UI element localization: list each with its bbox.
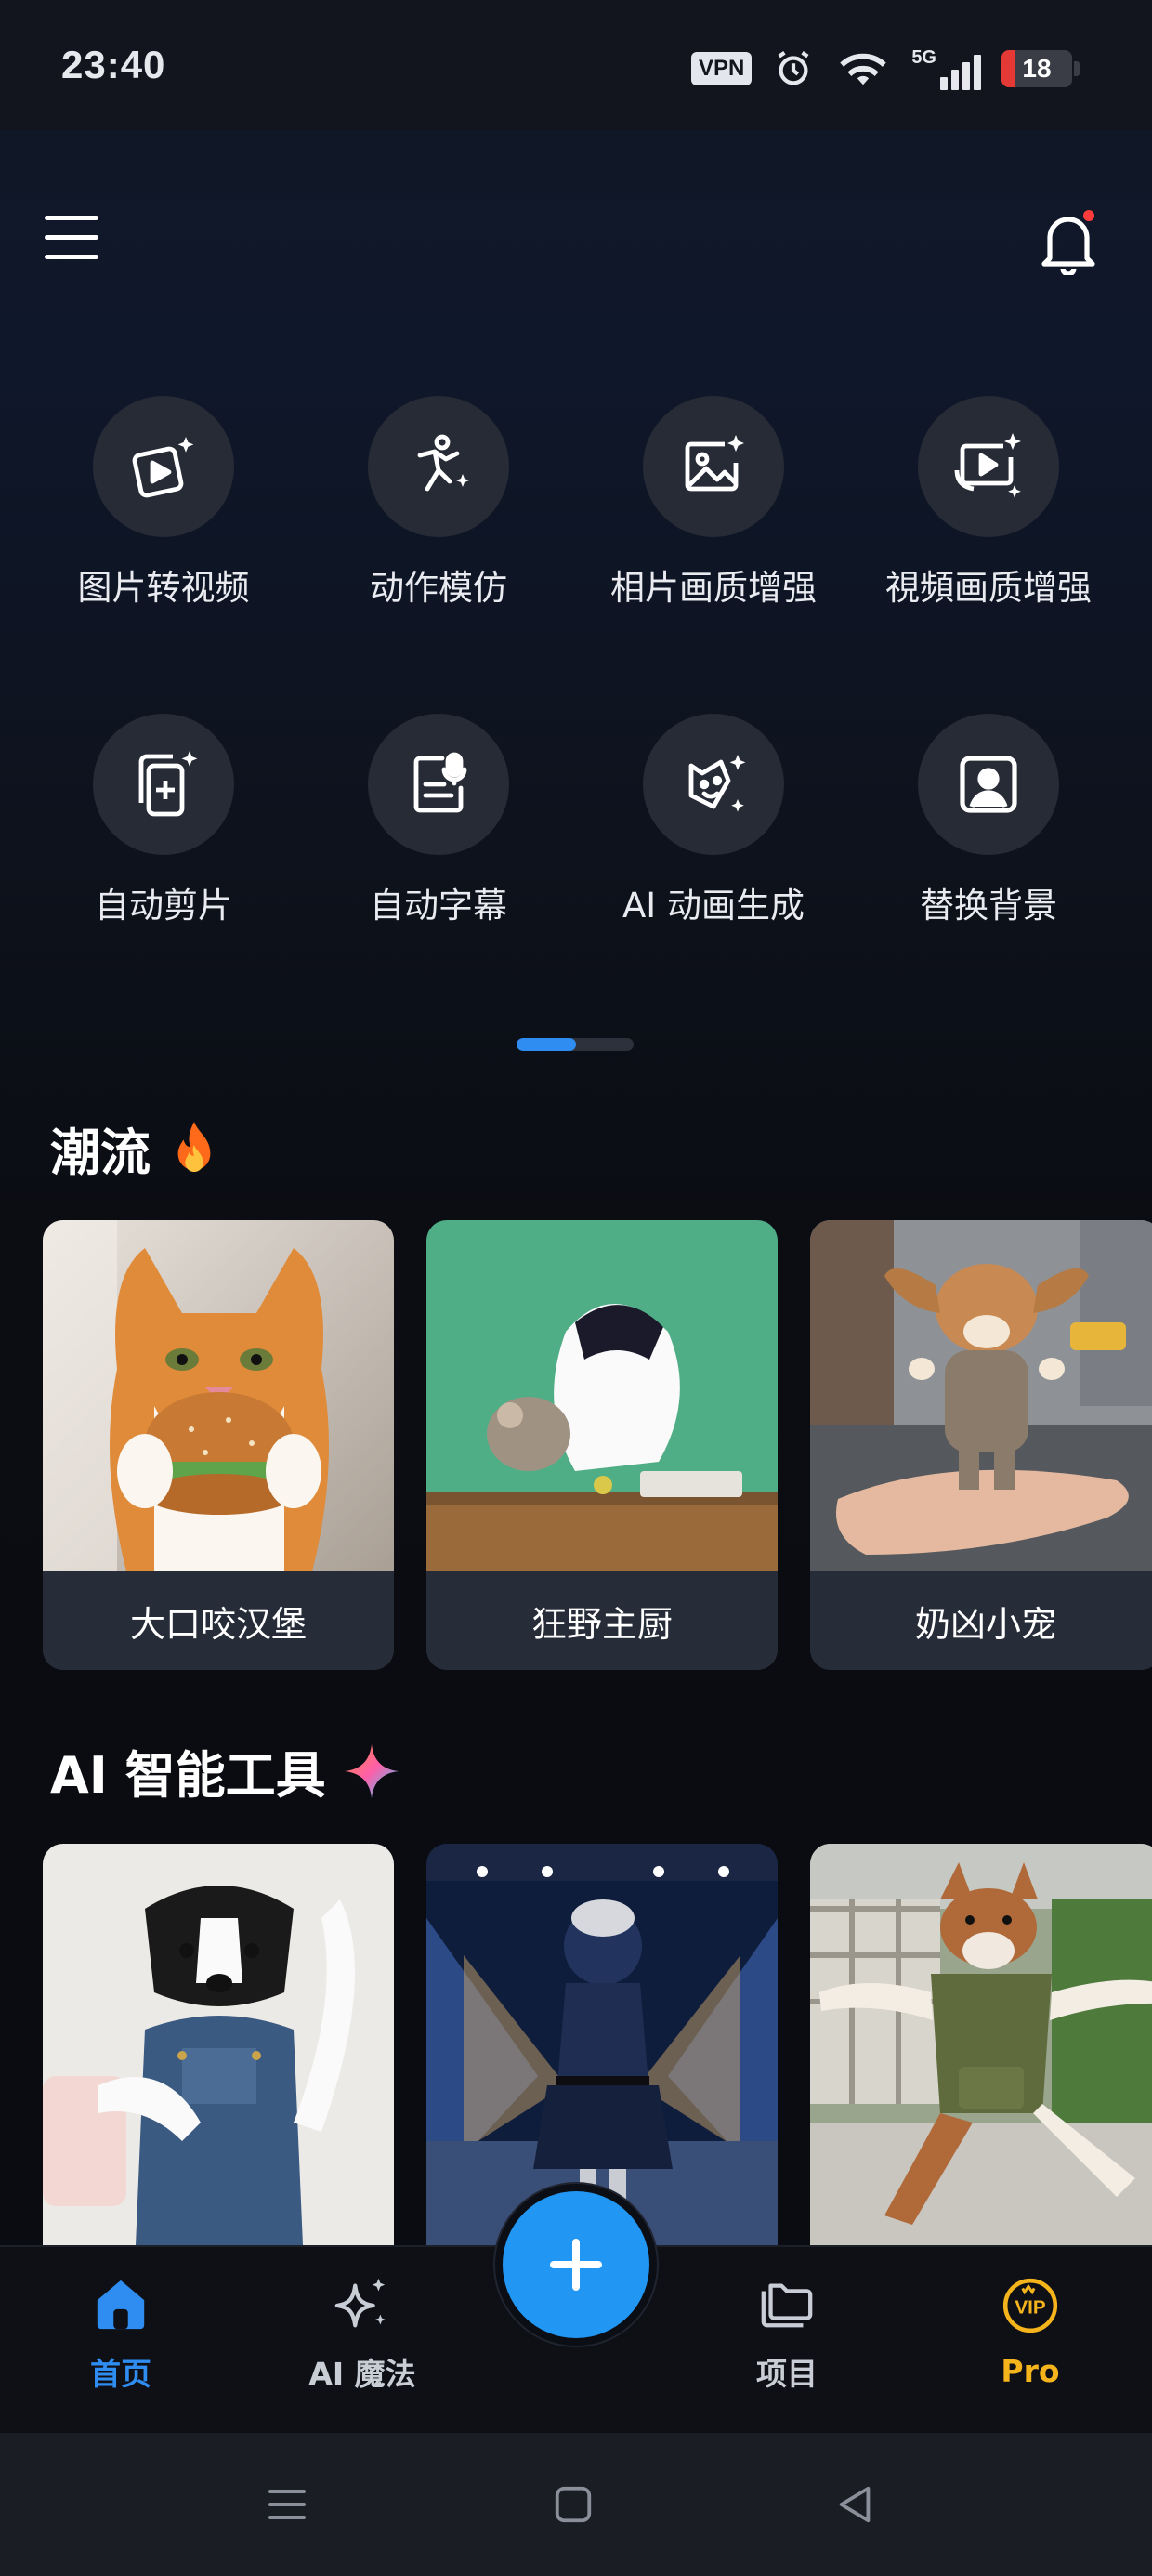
tool-label: 图片转视频 bbox=[77, 568, 250, 608]
photo-enhance-icon bbox=[685, 435, 744, 492]
motion-mimic-icon bbox=[417, 434, 469, 492]
card-image-wild-chef bbox=[426, 1220, 778, 1571]
section-title-ai-tools: AI 智能工具 bbox=[50, 1734, 400, 1807]
tool-icon-circle bbox=[918, 396, 1059, 537]
tool-photo-enhance[interactable]: 相片画质增强 bbox=[576, 396, 851, 610]
section-title-text: AI 智能工具 bbox=[50, 1746, 326, 1805]
card-label: 狂野主厨 bbox=[426, 1571, 778, 1670]
card-label: 大口咬汉堡 bbox=[43, 1571, 394, 1670]
tool-label: 自动剪片 bbox=[95, 886, 232, 926]
video-enhance-icon bbox=[954, 433, 1021, 498]
recents-button[interactable] bbox=[245, 2474, 329, 2535]
page-indicator-active bbox=[517, 1038, 576, 1051]
ai-tool-card[interactable] bbox=[43, 1844, 394, 2245]
status-bar: 23:40 VPN 5G 18 bbox=[0, 0, 1152, 130]
fire-icon bbox=[177, 1121, 211, 1172]
tool-icon-circle bbox=[368, 396, 509, 537]
home-button[interactable] bbox=[531, 2474, 615, 2535]
home-icon bbox=[97, 2280, 145, 2330]
recents-icon bbox=[268, 2490, 306, 2519]
tool-auto-cut[interactable]: 自动剪片 bbox=[26, 714, 301, 927]
nav-projects[interactable]: 项目 bbox=[685, 2275, 889, 2394]
replace-background-icon bbox=[960, 756, 1017, 813]
tool-replace-background[interactable]: 替换背景 bbox=[851, 714, 1126, 927]
trend-card[interactable]: 狂野主厨 bbox=[426, 1220, 778, 1670]
home-square-icon bbox=[555, 2486, 592, 2523]
ai-animation-icon bbox=[688, 755, 746, 812]
notification-dot bbox=[1083, 210, 1094, 221]
status-time: 23:40 bbox=[61, 43, 166, 86]
signal-5g-icon: 5G bbox=[911, 47, 981, 90]
tool-label: 視頻画质增强 bbox=[885, 568, 1092, 608]
card-image-fierce-pet bbox=[810, 1220, 1152, 1571]
auto-caption-icon bbox=[413, 752, 467, 813]
card-image-stage-dance bbox=[426, 1844, 778, 2245]
battery-level: 18 bbox=[1022, 54, 1052, 83]
tool-label: 自动字幕 bbox=[370, 886, 507, 926]
nav-home[interactable]: 首页 bbox=[19, 2275, 223, 2394]
vip-icon: VIP bbox=[1002, 2278, 1058, 2333]
system-navigation-bar bbox=[0, 2433, 1152, 2576]
plus-icon bbox=[550, 2239, 602, 2291]
network-type: 5G bbox=[911, 47, 936, 68]
tool-video-enhance[interactable]: 視頻画质增强 bbox=[851, 396, 1126, 610]
tool-label: 相片画质增强 bbox=[610, 568, 817, 608]
back-triangle-icon bbox=[839, 2486, 871, 2523]
battery-icon: 18 bbox=[1001, 50, 1072, 87]
image-to-video-icon bbox=[132, 437, 194, 498]
nav-label: AI 魔法 bbox=[308, 2356, 416, 2392]
tool-label: 替换背景 bbox=[920, 886, 1057, 926]
nav-label: 首页 bbox=[90, 2356, 151, 2392]
nav-label: Pro bbox=[1001, 2353, 1060, 2389]
tool-label: 动作模仿 bbox=[370, 568, 507, 608]
tool-image-to-video[interactable]: 图片转视频 bbox=[26, 396, 301, 610]
tool-icon-circle bbox=[918, 714, 1059, 855]
sparkle-icon bbox=[344, 1743, 399, 1798]
trend-card[interactable]: 奶凶小宠 bbox=[810, 1220, 1152, 1670]
ai-magic-icon bbox=[334, 2278, 386, 2328]
menu-button[interactable] bbox=[45, 216, 100, 262]
svg-text:VIP: VIP bbox=[1015, 2296, 1045, 2318]
battery-tip bbox=[1074, 61, 1080, 76]
nav-ai-magic[interactable]: AI 魔法 bbox=[260, 2275, 465, 2394]
tool-icon-circle bbox=[643, 396, 784, 537]
tool-label: AI 动画生成 bbox=[622, 886, 805, 926]
alarm-icon bbox=[778, 50, 809, 85]
ai-tool-card[interactable] bbox=[426, 1844, 778, 2245]
vpn-badge: VPN bbox=[690, 52, 753, 85]
tool-ai-animation[interactable]: AI 动画生成 bbox=[576, 714, 851, 927]
card-image-husky-dance bbox=[810, 1844, 1152, 2245]
create-button[interactable] bbox=[495, 2184, 657, 2346]
card-image-cat-burger bbox=[43, 1220, 394, 1571]
ai-tool-card[interactable] bbox=[810, 1844, 1152, 2245]
status-icons: VPN 5G 18 bbox=[690, 43, 1080, 95]
tool-icon-circle bbox=[368, 714, 509, 855]
tool-motion-mimic[interactable]: 动作模仿 bbox=[301, 396, 576, 610]
auto-cut-icon bbox=[138, 751, 198, 817]
notification-button[interactable] bbox=[1039, 210, 1098, 277]
trend-card[interactable]: 大口咬汉堡 bbox=[43, 1220, 394, 1670]
tool-icon-circle bbox=[93, 396, 234, 537]
nav-pro[interactable]: VIP Pro bbox=[928, 2275, 1132, 2389]
nav-label: 项目 bbox=[756, 2356, 818, 2392]
wifi-icon bbox=[840, 53, 887, 85]
card-label: 奶凶小宠 bbox=[810, 1571, 1152, 1670]
page-indicator bbox=[517, 1038, 634, 1051]
tool-icon-circle bbox=[93, 714, 234, 855]
tool-auto-caption[interactable]: 自动字幕 bbox=[301, 714, 576, 927]
folder-icon bbox=[761, 2283, 813, 2328]
tool-icon-circle bbox=[643, 714, 784, 855]
section-title-text: 潮流 bbox=[50, 1124, 151, 1182]
section-title-trending: 潮流 bbox=[50, 1111, 221, 1185]
card-image-dog-overalls bbox=[43, 1844, 394, 2245]
menu-icon bbox=[45, 216, 98, 220]
back-button[interactable] bbox=[814, 2474, 897, 2535]
